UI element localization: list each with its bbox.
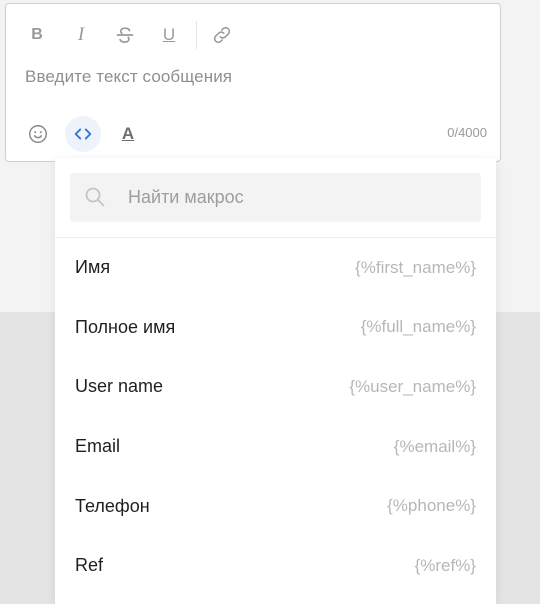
macro-label: Email — [75, 436, 121, 457]
macro-item-phone[interactable]: Телефон {%phone%} — [55, 476, 496, 536]
macro-code: {%email%} — [393, 436, 476, 456]
composer-bottom-bar: A — [20, 116, 155, 152]
link-button[interactable] — [207, 20, 237, 50]
macro-label: Полное имя — [75, 316, 176, 337]
macro-code: {%first_name%} — [355, 257, 476, 277]
message-input[interactable]: Введите текст сообщения — [25, 67, 232, 87]
macro-search — [70, 173, 481, 222]
emoji-button[interactable] — [20, 116, 56, 152]
macro-label: User name — [75, 376, 164, 397]
macro-item-email[interactable]: Email {%email%} — [55, 417, 496, 477]
page: B I U Введите текст сообщения A 0/4000 Н… — [0, 0, 540, 604]
macro-item-user-name[interactable]: User name {%user_name%} — [55, 357, 496, 417]
macro-label: Имя — [75, 257, 111, 278]
macro-item-full-name[interactable]: Полное имя {%full_name%} — [55, 298, 496, 358]
macro-dropdown: Имя {%first_name%} Полное имя {%full_nam… — [55, 158, 496, 604]
formatting-toolbar: B I U — [22, 18, 251, 52]
macro-label: Телефон — [75, 495, 150, 516]
macro-item-first-name[interactable]: Имя {%first_name%} — [55, 238, 496, 298]
macro-list: Имя {%first_name%} Полное имя {%full_nam… — [55, 238, 496, 596]
strikethrough-icon — [116, 27, 134, 43]
macro-item-ref[interactable]: Ref {%ref%} — [55, 536, 496, 596]
macro-code: {%full_name%} — [360, 317, 476, 337]
text-color-button[interactable]: A — [110, 116, 146, 152]
macro-label: Ref — [75, 555, 104, 576]
link-icon — [213, 26, 231, 44]
underline-button[interactable]: U — [154, 20, 184, 50]
emoji-icon — [29, 125, 47, 143]
code-icon — [74, 128, 92, 140]
character-counter: 0/4000 — [447, 125, 487, 140]
search-icon — [85, 187, 105, 207]
macro-code: {%phone%} — [387, 496, 476, 516]
bold-button[interactable]: B — [22, 20, 52, 50]
strikethrough-button[interactable] — [110, 20, 140, 50]
message-composer: B I U Введите текст сообщения A 0/4000 — [5, 3, 501, 162]
toolbar-divider — [196, 21, 197, 49]
italic-button[interactable]: I — [66, 20, 96, 50]
macro-code: {%user_name%} — [349, 376, 476, 396]
macro-search-input[interactable] — [128, 173, 468, 222]
macro-button[interactable] — [65, 116, 101, 152]
macro-code: {%ref%} — [414, 555, 476, 575]
